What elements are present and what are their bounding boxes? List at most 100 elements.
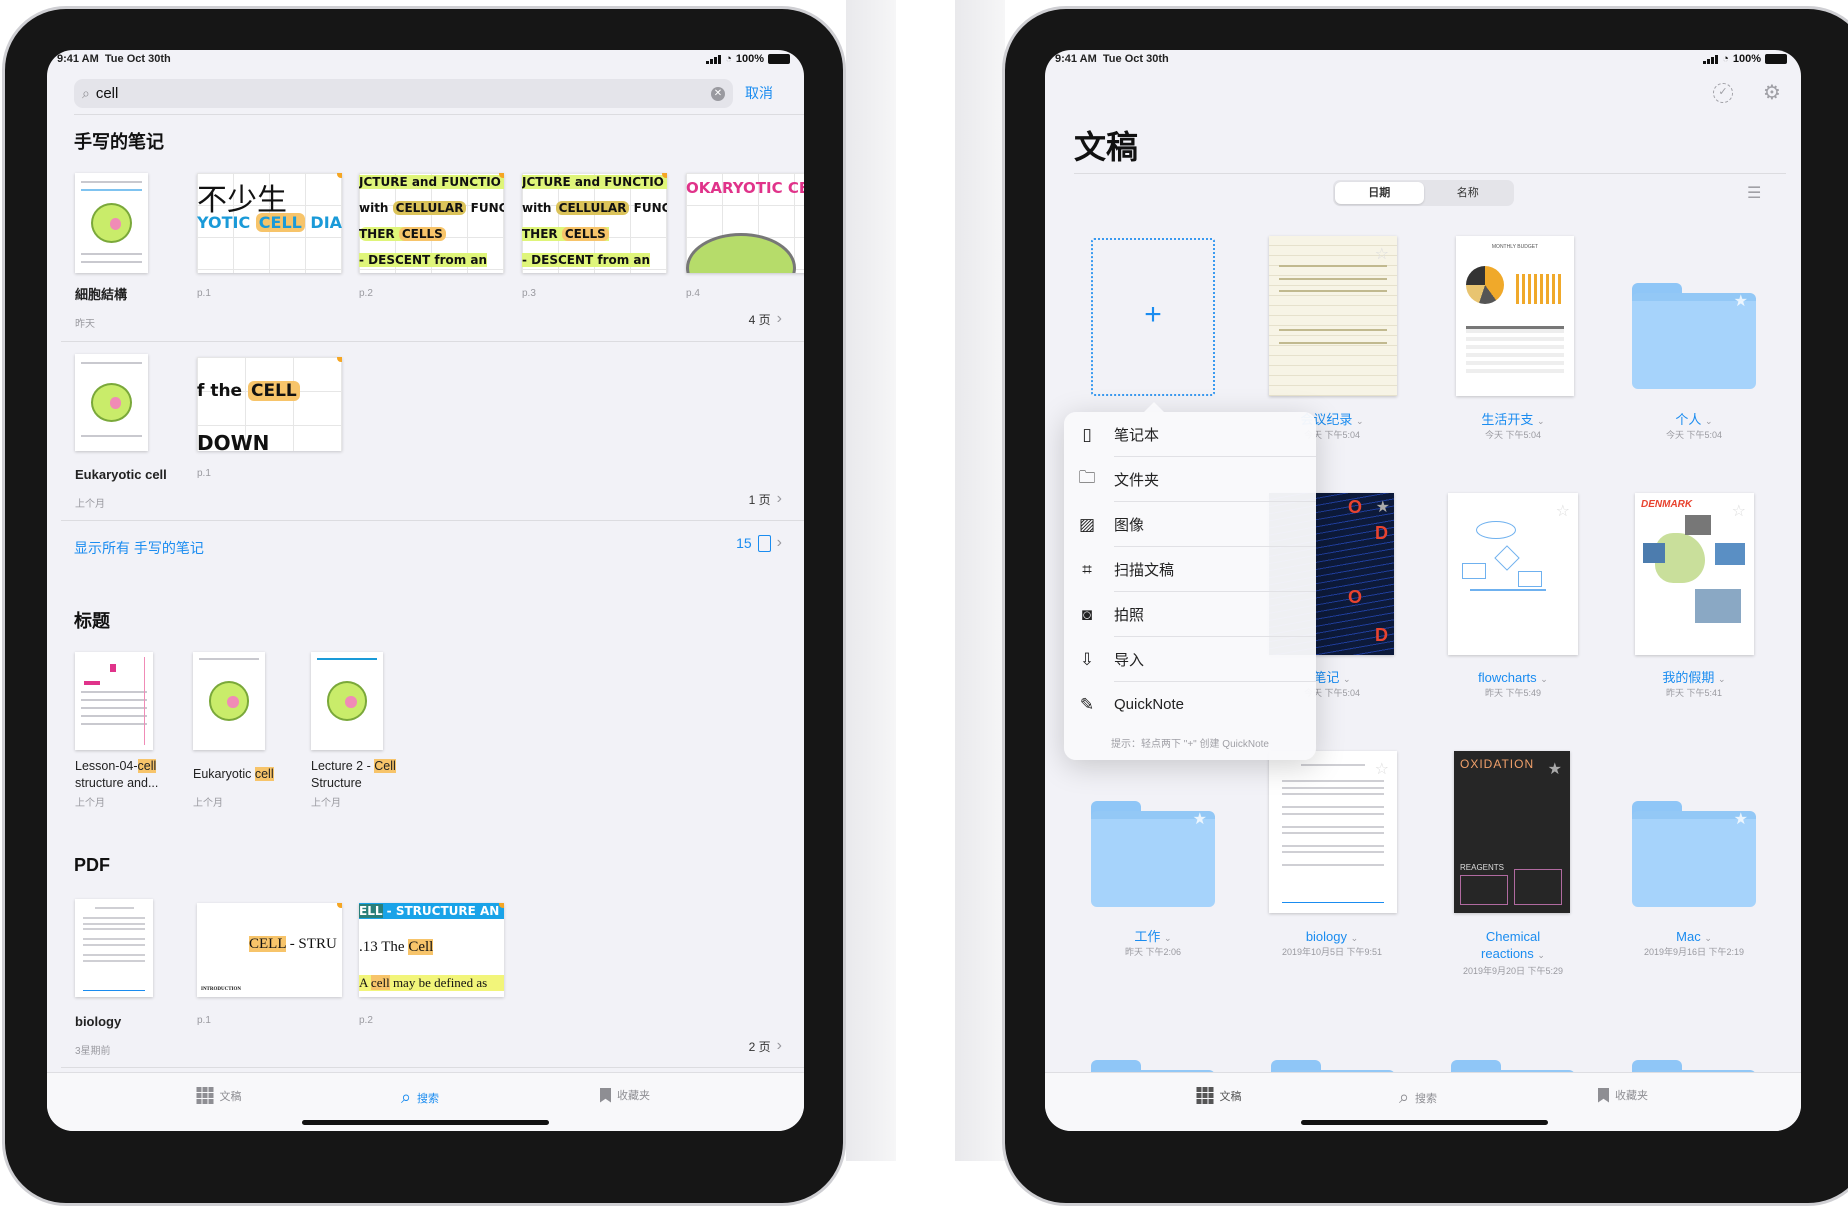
scan-icon: ⌗ — [1082, 559, 1092, 579]
clear-search-icon[interactable]: ✕ — [711, 86, 725, 101]
notebook-cover-thumbnail[interactable] — [75, 173, 148, 273]
menu-item-import[interactable]: ⇩ 导入 — [1064, 637, 1316, 682]
battery-icon — [1765, 54, 1787, 64]
folder-icon: 🗀 — [1078, 468, 1096, 487]
pdf-cover-thumbnail[interactable] — [75, 899, 153, 997]
menu-hint: 提示：轻点两下 "+" 创建 QuickNote — [1111, 739, 1269, 750]
chevron-right-icon: › — [776, 1037, 782, 1054]
show-all-handwritten-link[interactable]: 显示所有 手写的笔记 — [74, 538, 204, 558]
result-date: 3星期前 — [75, 1046, 111, 1057]
wifi-icon: ◔ — [1722, 53, 1729, 65]
notebook-cover-thumbnail[interactable] — [75, 354, 148, 451]
divider — [61, 341, 804, 342]
result-date: 上个月 — [75, 798, 105, 809]
new-document-tile[interactable]: + — [1091, 238, 1215, 396]
document-icon — [757, 534, 771, 552]
show-all-count[interactable]: 15 › — [736, 534, 782, 552]
menu-item-scan[interactable]: ⌗ 扫描文稿 — [1064, 547, 1316, 592]
page-label: p.2 — [359, 1015, 373, 1026]
page-label: p.1 — [197, 288, 211, 299]
document-time: 2019年10月5日 下午9:51 — [1281, 947, 1383, 957]
menu-item-quicknote[interactable]: ✎ QuickNote — [1064, 682, 1316, 727]
result-date: 上个月 — [311, 798, 341, 809]
home-indicator[interactable] — [302, 1120, 549, 1125]
signal-icon — [706, 54, 722, 64]
status-indicators: ◔ 100% — [1703, 53, 1787, 65]
tab-search[interactable]: ⌕ 搜索 — [1399, 1087, 1437, 1108]
document-thumbnail[interactable]: DENMARK ☆ — [1635, 493, 1754, 655]
document-time: 今天 下午5:04 — [1484, 430, 1542, 440]
document-time: 昨天 下午2:06 — [1124, 947, 1182, 957]
page-label: p.4 — [686, 288, 700, 299]
more-pages-link[interactable]: 4 页 › — [749, 310, 782, 328]
title-result-thumbnail[interactable] — [193, 652, 265, 750]
status-indicators: ◔ 100% — [706, 53, 790, 65]
page-thumbnail[interactable]: 不少生 YOTIC CELL DIAG — [197, 173, 342, 273]
page-thumbnail[interactable]: JCTURE and FUNCTIO with CELLULAR FUNC TH… — [359, 173, 504, 273]
menu-item-camera[interactable]: ◙ 拍照 — [1064, 592, 1316, 637]
more-pages-link[interactable]: 1 页 › — [749, 490, 782, 508]
result-title: biology — [75, 1014, 122, 1029]
checkmark-circle-icon[interactable]: ✓ — [1713, 83, 1733, 103]
import-icon: ⇩ — [1079, 649, 1095, 669]
cancel-button[interactable]: 取消 — [745, 83, 773, 103]
search-bar: ⌕ ✕ — [74, 79, 733, 108]
divider — [61, 1067, 804, 1068]
status-time: 9:41 AM Tue Oct 30th — [57, 53, 171, 65]
tab-search[interactable]: ⌕ 搜索 — [401, 1087, 439, 1108]
result-date: 上个月 — [193, 798, 223, 809]
title-result-thumbnail[interactable] — [311, 652, 383, 750]
gear-icon[interactable]: ⚙ — [1763, 80, 1781, 105]
document-thumbnail[interactable]: ☆ — [1448, 493, 1578, 655]
search-input[interactable] — [95, 85, 705, 102]
folder-tile[interactable]: ★ — [1632, 801, 1756, 907]
list-icon[interactable]: ☰ — [1747, 183, 1761, 203]
title-result-thumbnail[interactable] — [75, 652, 153, 750]
more-pages-link[interactable]: 2 页 › — [749, 1037, 782, 1055]
menu-item-image[interactable]: ▨ 图像 — [1064, 502, 1316, 547]
document-thumbnail[interactable]: ☆ — [1269, 751, 1397, 913]
title-result-name: Eukaryotic cell — [193, 767, 274, 781]
sort-segmented-control: 日期 名称 — [1333, 180, 1514, 206]
image-icon: ▨ — [1078, 514, 1096, 534]
section-heading-handwritten: 手写的笔记 — [74, 132, 164, 152]
home-indicator[interactable] — [1301, 1120, 1548, 1125]
sort-by-date[interactable]: 日期 — [1335, 182, 1424, 204]
document-thumbnail[interactable]: ☆ — [1269, 236, 1397, 396]
folder-tile[interactable]: ★ — [1091, 801, 1215, 907]
document-name[interactable]: Chemical reactions ⌄ — [1481, 928, 1545, 964]
page-label: p.1 — [197, 1015, 211, 1026]
page-title: 文稿 — [1074, 129, 1139, 165]
title-result-name: Lesson-04-cell structure and... — [75, 759, 159, 790]
pdf-page-thumbnail[interactable]: ELL - STRUCTURE AN .13 The Cell A cell m… — [359, 903, 504, 997]
document-thumbnail[interactable]: OXIDATION REAGENTS ★ — [1454, 751, 1570, 913]
page-label: p.1 — [197, 468, 211, 479]
page-label: p.2 — [359, 288, 373, 299]
tab-favorites[interactable]: 收藏夹 — [1598, 1087, 1648, 1103]
plus-icon: + — [1144, 298, 1162, 331]
sort-by-name[interactable]: 名称 — [1424, 182, 1513, 204]
grid-icon — [196, 1087, 214, 1104]
menu-item-folder[interactable]: 🗀 文件夹 — [1064, 457, 1316, 502]
documents-screen: 9:41 AM Tue Oct 30th ◔ 100% ✓ ⚙ 文稿 日期 名称… — [1045, 50, 1801, 1131]
menu-item-notebook[interactable]: ▯ 笔记本 — [1064, 412, 1316, 457]
tab-favorites[interactable]: 收藏夹 — [600, 1087, 650, 1103]
page-thumbnail[interactable]: f the CELL DOWN — [197, 357, 342, 451]
chevron-right-icon: › — [776, 534, 782, 551]
document-thumbnail[interactable]: MONTHLY BUDGET — [1456, 236, 1574, 396]
title-result-name: Lecture 2 - Cell Structure — [311, 759, 396, 790]
page-thumbnail[interactable]: OKARYOTIC CELL — [686, 173, 804, 273]
section-heading-titles: 标题 — [74, 611, 110, 631]
folder-tile[interactable]: ★ — [1632, 283, 1756, 389]
result-title: 細胞結構 — [75, 287, 128, 302]
magnifier-icon: ⌕ — [82, 85, 90, 101]
battery-percent: 100% — [735, 53, 764, 65]
tab-documents[interactable]: 文稿 — [196, 1087, 242, 1104]
result-title: Eukaryotic cell — [75, 467, 167, 482]
adjacent-device-edge — [846, 0, 896, 1161]
pdf-page-thumbnail[interactable]: CELL - STRU INTRODUCTION — [197, 903, 342, 997]
page-thumbnail[interactable]: JCTURE and FUNCTIO with CELLULAR FUNC TH… — [522, 173, 667, 273]
battery-icon — [768, 54, 790, 64]
tab-documents[interactable]: 文稿 — [1196, 1087, 1242, 1104]
quicknote-icon: ✎ — [1079, 694, 1095, 714]
